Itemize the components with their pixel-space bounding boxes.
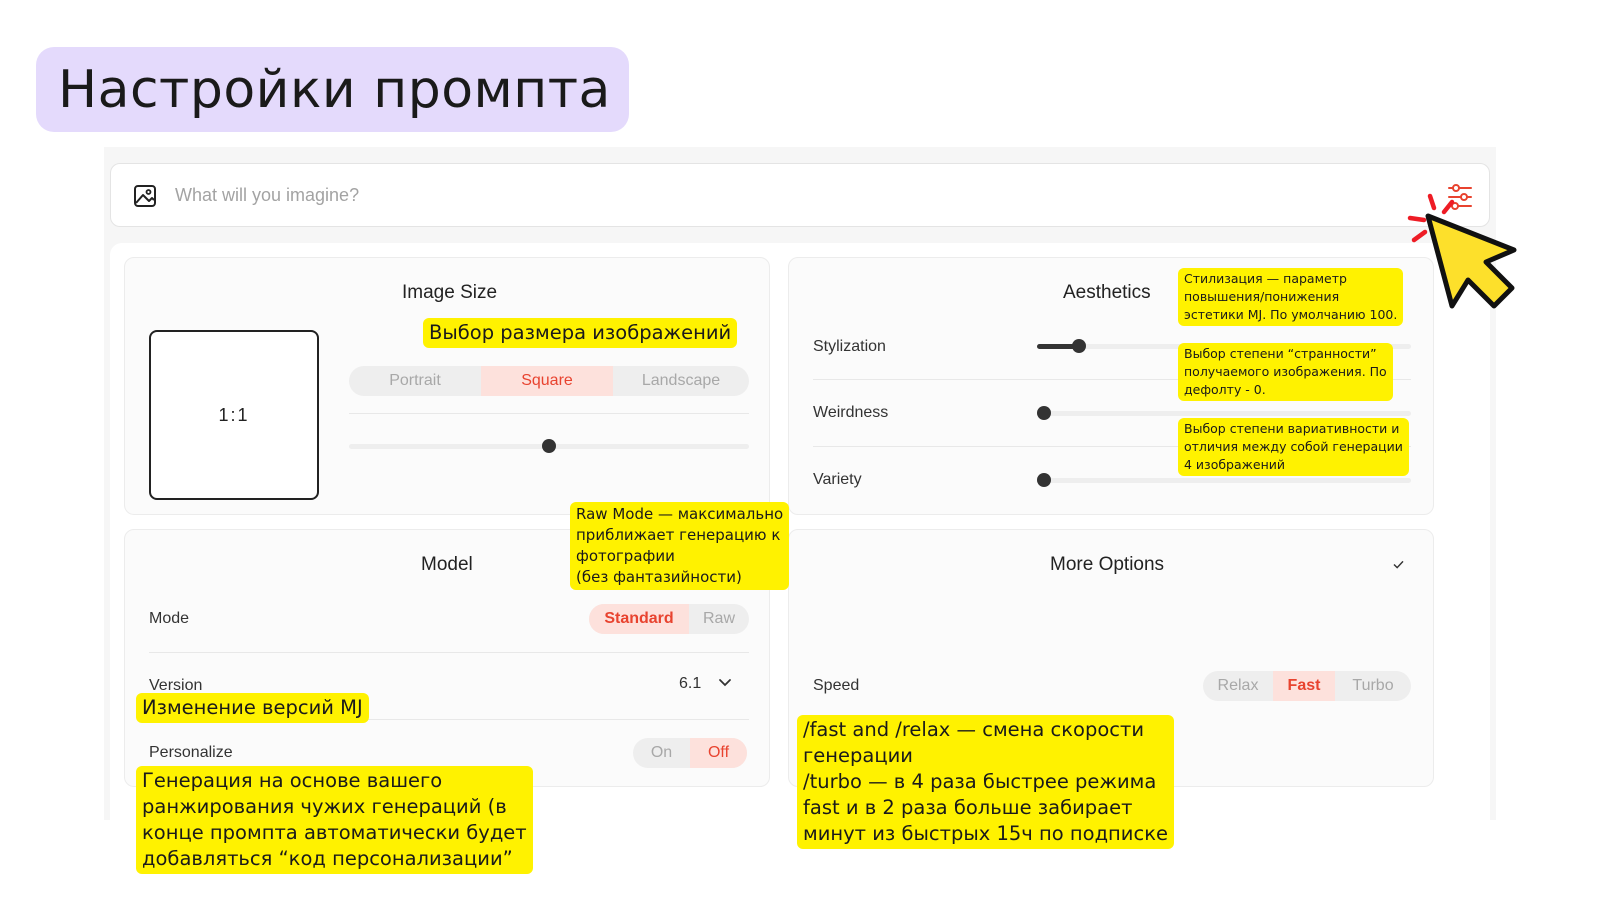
annotation-line: (без фантазийности) (576, 568, 742, 586)
speed-label: Speed (813, 677, 860, 694)
annotation-line: добавляться “код персонализации” (142, 847, 513, 870)
annotation-line: /turbo — в 4 раза быстрее режима (803, 770, 1157, 793)
mode-option-raw[interactable]: Raw (689, 604, 749, 634)
mode-toggle[interactable]: Standard Raw (589, 604, 749, 634)
variety-slider-handle[interactable] (1037, 473, 1051, 487)
variety-label: Variety (813, 471, 862, 488)
personalize-option-off[interactable]: Off (690, 738, 747, 768)
annotation-line: 4 изображений (1184, 457, 1286, 472)
annotation-version: Изменение версий MJ (136, 693, 369, 723)
mode-label: Mode (149, 610, 190, 627)
image-upload-icon[interactable] (133, 184, 157, 208)
mode-option-standard[interactable]: Standard (589, 604, 689, 634)
slide-title: Настройки промпта (36, 47, 629, 132)
annotation-line: генерации (803, 744, 913, 767)
weirdness-slider[interactable] (1037, 406, 1411, 420)
variety-slider[interactable] (1037, 473, 1411, 487)
orientation-option-square[interactable]: Square (481, 366, 613, 396)
checkmark-icon[interactable] (1393, 560, 1404, 569)
orientation-toggle[interactable]: Portrait Square Landscape (349, 366, 749, 396)
annotation-line: фотографии (576, 547, 675, 565)
orientation-option-landscape[interactable]: Landscape (613, 366, 749, 396)
stylization-slider-handle[interactable] (1072, 339, 1086, 353)
aspect-slider[interactable] (349, 439, 749, 453)
version-value: 6.1 (679, 675, 702, 692)
annotation-line: дефолту - 0. (1184, 382, 1266, 397)
personalize-option-on[interactable]: On (633, 738, 690, 768)
speed-option-relax[interactable]: Relax (1203, 671, 1273, 701)
version-select[interactable]: 6.1 (679, 675, 732, 693)
annotation-speed: /fast and /relax — смена скорости генера… (797, 715, 1174, 849)
aspect-ratio-preview: 1:1 (149, 330, 319, 500)
more-options-title[interactable]: More Options (1050, 554, 1164, 576)
personalize-label: Personalize (149, 744, 233, 761)
stylization-label: Stylization (813, 338, 886, 355)
image-size-card: Image Size 1:1 Portrait Square Landscape (124, 257, 770, 515)
annotation-line: ранжирования чужих генераций (в (142, 795, 507, 818)
annotation-line: /fast and /relax — смена скорости (803, 718, 1145, 741)
annotation-line: fast и в 2 раза больше забирает (803, 796, 1133, 819)
annotation-line: конце промпта автоматически будет (142, 821, 527, 844)
weirdness-slider-handle[interactable] (1037, 406, 1051, 420)
aspect-ratio-label: 1:1 (218, 404, 250, 425)
annotation-line: минут из быстрых 15ч по подписке (803, 822, 1168, 845)
speed-option-turbo[interactable]: Turbo (1335, 671, 1411, 701)
annotation-line: Выбор степени вариативности и (1184, 421, 1400, 436)
prompt-bar[interactable]: What will you imagine? (110, 163, 1490, 227)
annotation-line: Генерация на основе вашего (142, 769, 443, 792)
annotation-weirdness: Выбор степени “странности” получаемого и… (1178, 343, 1393, 401)
aesthetics-title: Aesthetics (1063, 282, 1151, 303)
annotation-line: повышения/понижения (1184, 289, 1340, 304)
image-size-title: Image Size (402, 282, 498, 303)
model-title: Model (421, 554, 473, 575)
annotation-personalize: Генерация на основе вашего ранжирования … (136, 766, 533, 874)
annotation-line: эстетики MJ. По умолчанию 100. (1184, 307, 1398, 322)
image-size-divider (349, 413, 749, 414)
annotation-line: Выбор степени “странности” (1184, 346, 1377, 361)
weirdness-label: Weirdness (813, 404, 889, 421)
pointer-cursor-icon (1407, 193, 1517, 309)
personalize-toggle[interactable]: On Off (633, 738, 747, 768)
annotation-line: Стилизация — параметр (1184, 271, 1347, 286)
annotation-line: Raw Mode — максимально (576, 505, 784, 523)
annotation-variety: Выбор степени вариативности и отличия ме… (1178, 418, 1409, 476)
annotation-raw-mode: Raw Mode — максимально приближает генера… (570, 502, 790, 590)
annotation-image-size: Выбор размера изображений (423, 318, 738, 348)
speed-toggle[interactable]: Relax Fast Turbo (1203, 671, 1411, 701)
orientation-option-portrait[interactable]: Portrait (349, 366, 481, 396)
annotation-stylization: Стилизация — параметр повышения/понижени… (1178, 268, 1404, 326)
chevron-down-icon[interactable] (718, 678, 732, 688)
annotation-line: получаемого изображения. По (1184, 364, 1387, 379)
prompt-input[interactable]: What will you imagine? (175, 185, 359, 206)
annotation-line: отличия между собой генерации (1184, 439, 1403, 454)
stylization-slider-fill (1037, 344, 1077, 349)
annotation-line: приближает генерацию к (576, 526, 781, 544)
model-divider-1 (149, 652, 749, 653)
speed-option-fast[interactable]: Fast (1273, 671, 1335, 701)
aspect-slider-handle[interactable] (542, 439, 556, 453)
